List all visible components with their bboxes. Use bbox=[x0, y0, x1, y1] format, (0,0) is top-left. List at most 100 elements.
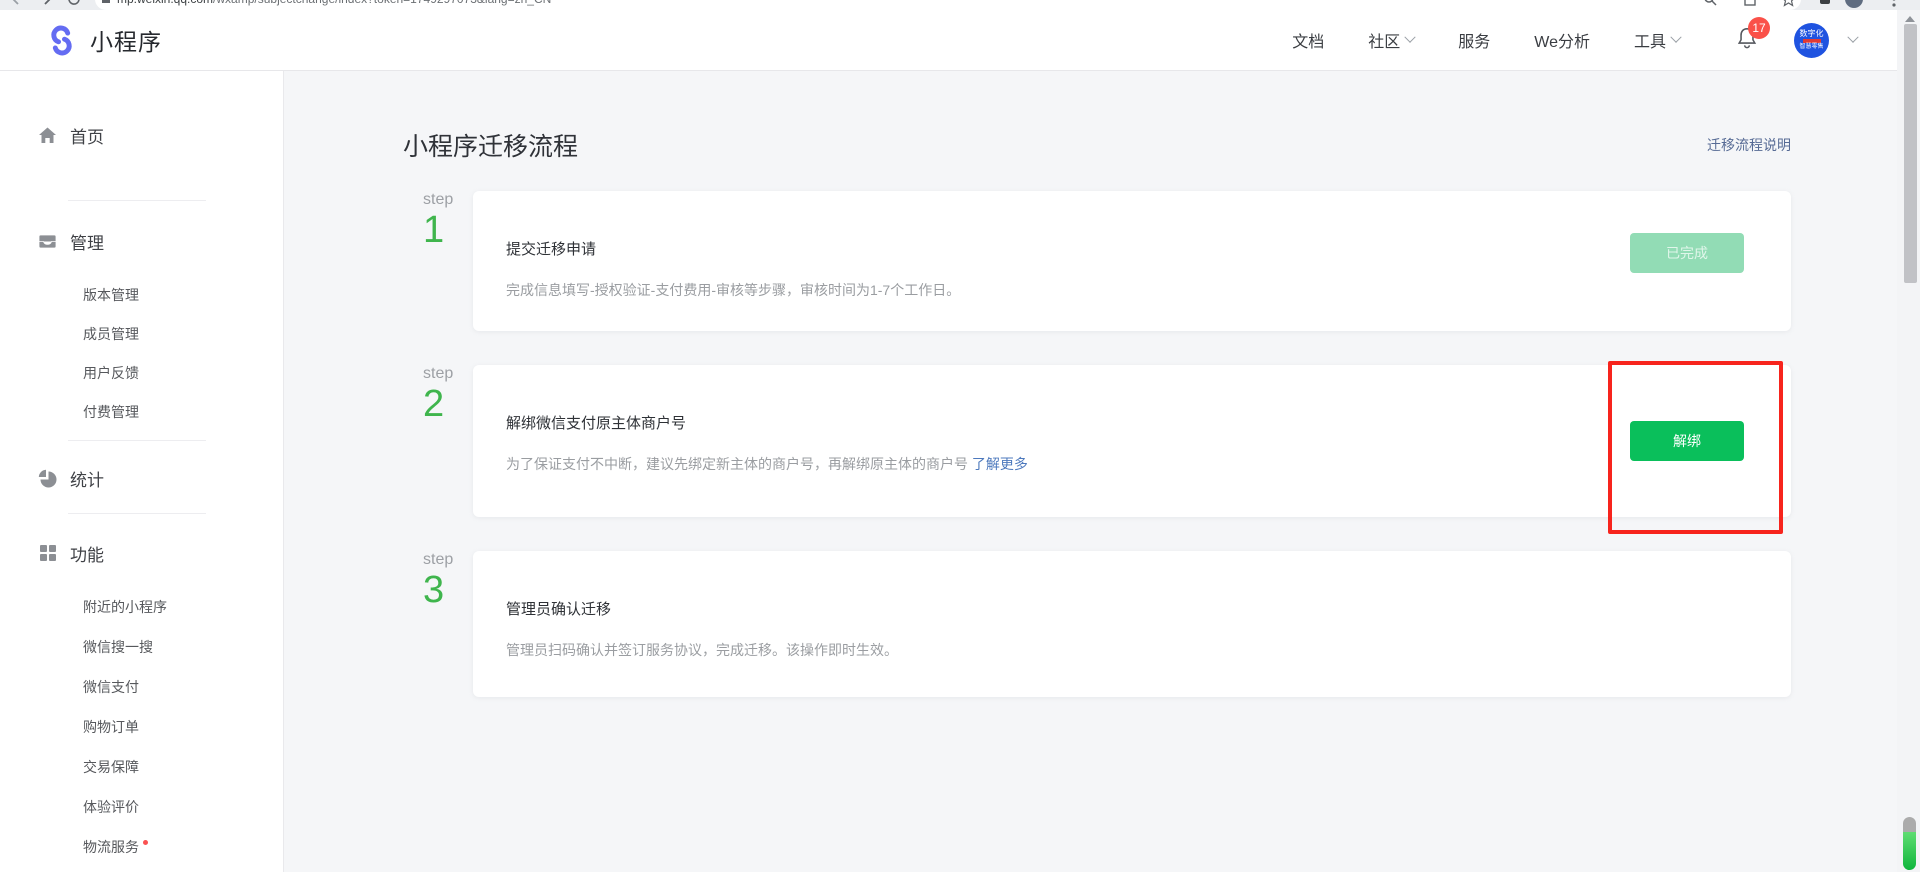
extension-icon[interactable] bbox=[1820, 0, 1830, 4]
completed-button[interactable]: 已完成 bbox=[1630, 233, 1744, 273]
nav-services[interactable]: 服务 bbox=[1458, 28, 1490, 52]
nav-label: 服务 bbox=[1458, 28, 1490, 52]
nav-label: 文档 bbox=[1292, 28, 1324, 52]
sidebar-item-label: 功能 bbox=[70, 541, 104, 566]
sidebar-submenu-features: 附近的小程序 微信搜一搜 微信支付 购物订单 交易保障 体验评价 物流服务 bbox=[0, 587, 283, 867]
grid-icon bbox=[38, 544, 57, 563]
scrollbar-up-arrow[interactable] bbox=[1905, 16, 1915, 22]
step-card-admin-confirm: 管理员确认迁移 管理员扫码确认并签订服务协议，完成迁移。该操作即时生效。 bbox=[473, 551, 1791, 697]
divider bbox=[68, 513, 206, 514]
step-row-2: step 2 解绑微信支付原主体商户号 为了保证支付不中断，建议先绑定新主体的商… bbox=[403, 365, 1791, 517]
share-icon[interactable] bbox=[1740, 0, 1760, 10]
page-body: 首页 管理 版本管理 成员管理 用户反馈 付费管理 统计 bbox=[0, 71, 1897, 872]
sidebar-item-shopping-orders[interactable]: 购物订单 bbox=[0, 707, 283, 747]
sidebar-item-nearby-miniprograms[interactable]: 附近的小程序 bbox=[0, 587, 283, 627]
sidebar-item-version-management[interactable]: 版本管理 bbox=[0, 275, 283, 314]
step-description: 为了保证支付不中断，建议先绑定新主体的商户号，再解绑原主体的商户号 了解更多 bbox=[506, 454, 1591, 474]
miniprogram-logo-icon[interactable] bbox=[45, 24, 78, 57]
main-content: 小程序迁移流程 迁移流程说明 step 1 提交迁移申请 完成信息填写-授权验证… bbox=[284, 71, 1897, 872]
step-title: 管理员确认迁移 bbox=[506, 598, 1591, 619]
sidebar-submenu-manage: 版本管理 成员管理 用户反馈 付费管理 bbox=[0, 275, 283, 431]
sidebar-item-label: 管理 bbox=[70, 229, 104, 254]
url-path: /wxamp/subjectchange/index?token=1749297… bbox=[213, 0, 551, 6]
pie-chart-icon bbox=[38, 469, 57, 488]
step-number: 1 bbox=[423, 211, 473, 251]
chevron-down-icon bbox=[1670, 32, 1681, 43]
nav-docs[interactable]: 文档 bbox=[1292, 28, 1324, 52]
sidebar-item-payment-management[interactable]: 付费管理 bbox=[0, 392, 283, 431]
home-icon bbox=[38, 126, 57, 145]
floating-green-widget[interactable] bbox=[1903, 817, 1916, 870]
logo-text[interactable]: 小程序 bbox=[90, 23, 162, 57]
divider bbox=[68, 440, 206, 441]
step-title: 解绑微信支付原主体商户号 bbox=[506, 412, 1591, 433]
widget-green-body bbox=[1903, 832, 1916, 870]
screen: mp.weixin.qq.com/wxamp/subjectchange/ind… bbox=[0, 0, 1920, 872]
sidebar-item-user-feedback[interactable]: 用户反馈 bbox=[0, 353, 283, 392]
step-description: 完成信息填写-授权验证-支付费用-审核等步骤，审核时间为1-7个工作日。 bbox=[506, 280, 1591, 300]
account-chevron-icon[interactable] bbox=[1847, 32, 1858, 43]
browser-toolbar: mp.weixin.qq.com/wxamp/subjectchange/ind… bbox=[0, 0, 1920, 10]
migration-help-link[interactable]: 迁移流程说明 bbox=[1707, 135, 1791, 155]
sidebar: 首页 管理 版本管理 成员管理 用户反馈 付费管理 统计 bbox=[0, 71, 284, 872]
nav-label: 工具 bbox=[1634, 28, 1666, 52]
notification-badge: 17 bbox=[1748, 17, 1770, 39]
new-badge-dot bbox=[143, 840, 148, 845]
url-text: mp.weixin.qq.com/wxamp/subjectchange/ind… bbox=[117, 0, 551, 10]
avatar-text: 智慧零售 bbox=[1799, 44, 1823, 51]
url-host: mp.weixin.qq.com bbox=[117, 0, 213, 6]
step-title: 提交迁移申请 bbox=[506, 238, 1591, 259]
step-card-unbind-merchant: 解绑微信支付原主体商户号 为了保证支付不中断，建议先绑定新主体的商户号，再解绑原… bbox=[473, 365, 1791, 517]
step-row-3: step 3 管理员确认迁移 管理员扫码确认并签订服务协议，完成迁移。该操作即时… bbox=[403, 551, 1791, 697]
step-label: step bbox=[423, 191, 473, 209]
widget-cap bbox=[1903, 817, 1916, 832]
account-avatar[interactable]: 数字化 智慧零售 bbox=[1794, 23, 1829, 58]
browser-profile-icon[interactable] bbox=[1845, 0, 1863, 8]
nav-we-analytics[interactable]: We分析 bbox=[1534, 28, 1590, 52]
sidebar-item-statistics[interactable]: 统计 bbox=[0, 460, 283, 496]
sidebar-item-label: 物流服务 bbox=[83, 837, 139, 857]
bookmark-star-icon[interactable] bbox=[1778, 0, 1798, 10]
sidebar-item-label: 统计 bbox=[70, 466, 104, 491]
scrollbar-track bbox=[1897, 10, 1920, 872]
sidebar-item-member-management[interactable]: 成员管理 bbox=[0, 314, 283, 353]
sidebar-item-manage[interactable]: 管理 bbox=[0, 223, 283, 259]
browser-menu-icon[interactable] bbox=[1884, 0, 1904, 10]
browser-forward-icon[interactable] bbox=[37, 0, 57, 10]
sidebar-item-logistics-service[interactable]: 物流服务 bbox=[0, 827, 283, 867]
avatar-text: 数字化 bbox=[1800, 29, 1824, 38]
chevron-down-icon bbox=[1405, 32, 1416, 43]
step-row-1: step 1 提交迁移申请 完成信息填写-授权验证-支付费用-审核等步骤，审核时… bbox=[403, 191, 1791, 331]
page-title: 小程序迁移流程 bbox=[403, 127, 578, 163]
sidebar-item-features[interactable]: 功能 bbox=[0, 535, 283, 571]
step-label: step bbox=[423, 551, 473, 569]
sidebar-item-home[interactable]: 首页 bbox=[0, 117, 283, 153]
browser-back-icon[interactable] bbox=[6, 0, 26, 10]
nav-label: 社区 bbox=[1368, 28, 1400, 52]
sidebar-item-wechat-search[interactable]: 微信搜一搜 bbox=[0, 627, 283, 667]
sidebar-item-experience-rating[interactable]: 体验评价 bbox=[0, 787, 283, 827]
header-nav: 文档 社区 服务 We分析 工具 17 数字化 智慧零售 bbox=[1292, 23, 1857, 58]
step-number: 2 bbox=[423, 385, 473, 425]
sidebar-item-transaction-guarantee[interactable]: 交易保障 bbox=[0, 747, 283, 787]
step-card-submit-application: 提交迁移申请 完成信息填写-授权验证-支付费用-审核等步骤，审核时间为1-7个工… bbox=[473, 191, 1791, 331]
notification-bell[interactable]: 17 bbox=[1736, 26, 1758, 55]
site-info-icon[interactable] bbox=[102, 0, 110, 3]
step-description-text: 为了保证支付不中断，建议先绑定新主体的商户号，再解绑原主体的商户号 bbox=[506, 456, 972, 472]
browser-reload-icon[interactable] bbox=[64, 0, 84, 10]
search-icon[interactable] bbox=[1700, 0, 1720, 10]
avatar-band bbox=[1803, 39, 1821, 43]
step-number: 3 bbox=[423, 571, 473, 611]
step-description: 管理员扫码确认并签订服务协议，完成迁移。该操作即时生效。 bbox=[506, 640, 1591, 660]
learn-more-link[interactable]: 了解更多 bbox=[972, 456, 1028, 472]
sidebar-item-wechat-pay[interactable]: 微信支付 bbox=[0, 667, 283, 707]
scrollbar-thumb[interactable] bbox=[1904, 24, 1917, 283]
app-header: 小程序 文档 社区 服务 We分析 工具 17 数字化 智慧零售 bbox=[0, 10, 1897, 71]
nav-community[interactable]: 社区 bbox=[1368, 28, 1414, 52]
step-label: step bbox=[423, 365, 473, 383]
nav-tools[interactable]: 工具 bbox=[1634, 28, 1680, 52]
unbind-button[interactable]: 解绑 bbox=[1630, 421, 1744, 461]
divider bbox=[68, 200, 206, 201]
nav-label: We分析 bbox=[1534, 28, 1590, 52]
inbox-icon bbox=[38, 232, 57, 251]
